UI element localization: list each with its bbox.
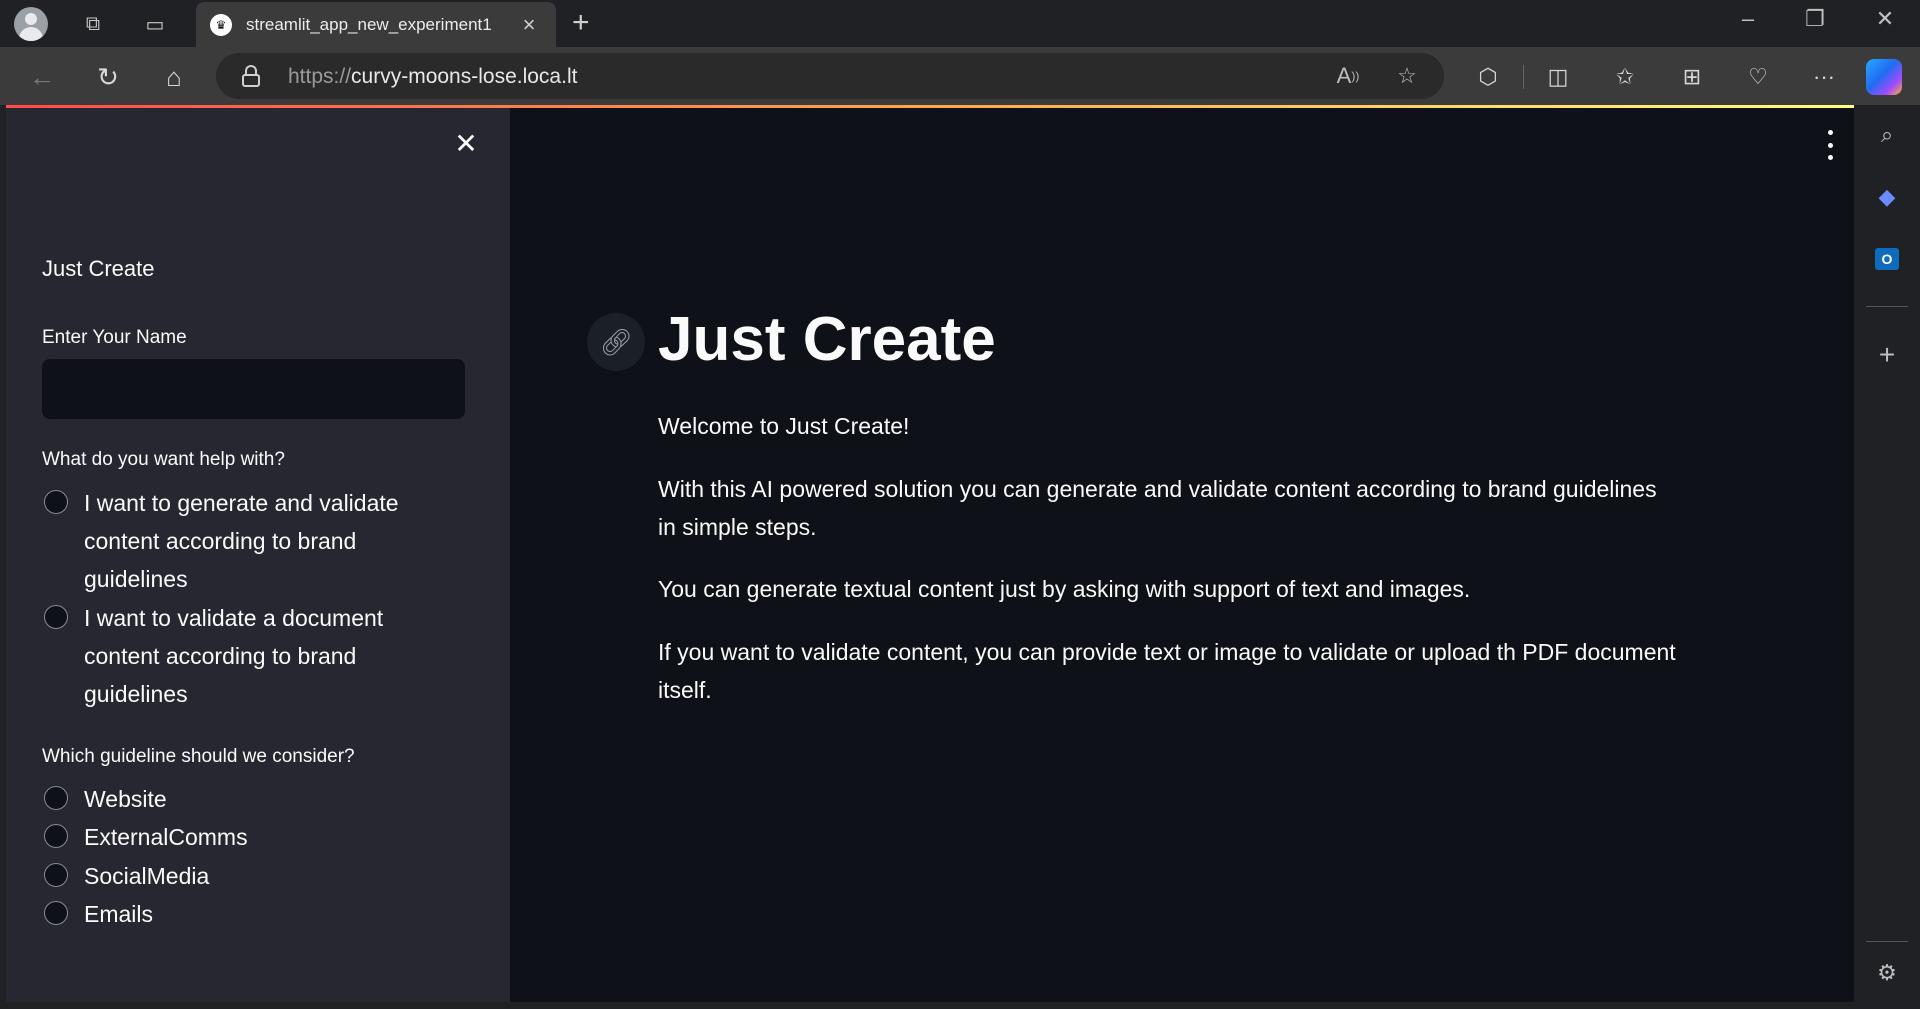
radio-label: ExternalComms bbox=[84, 824, 248, 850]
read-aloud-icon[interactable]: A)) bbox=[1333, 61, 1363, 91]
back-arrow-icon[interactable]: ← bbox=[24, 59, 60, 95]
radio-button[interactable] bbox=[44, 490, 68, 514]
sidebar-title: Just Create bbox=[42, 256, 155, 281]
copilot-icon[interactable] bbox=[1866, 59, 1902, 95]
address-bar[interactable]: https://curvy-moons-lose.loca.lt A)) ☆ bbox=[216, 53, 1444, 99]
url-scheme: https:// bbox=[288, 65, 352, 88]
help-option-validate-document[interactable]: I want to validate a document content ac… bbox=[44, 599, 414, 713]
radio-label: I want to validate a document content ac… bbox=[84, 605, 384, 707]
close-tab-icon[interactable]: × bbox=[516, 12, 542, 38]
page-viewport: ✕ Just Create Enter Your Name What do yo… bbox=[6, 105, 1854, 1002]
browser-essentials-icon[interactable]: ♡ bbox=[1740, 59, 1776, 95]
radio-label: I want to generate and validate content … bbox=[84, 490, 399, 592]
sidebar-divider-bottom bbox=[1866, 941, 1908, 942]
page-title: Just Create bbox=[658, 305, 996, 374]
name-input[interactable] bbox=[42, 359, 465, 419]
name-label: Enter Your Name bbox=[42, 327, 187, 348]
refresh-icon[interactable]: ↻ bbox=[90, 59, 126, 95]
workspaces-icon[interactable]: ⧉ bbox=[76, 7, 110, 41]
favorites-icon[interactable]: ✩ bbox=[1607, 59, 1643, 95]
add-icon[interactable]: + bbox=[1871, 339, 1903, 371]
favorite-star-icon[interactable]: ☆ bbox=[1392, 61, 1422, 91]
new-tab-icon[interactable]: + bbox=[572, 6, 590, 40]
guideline-option-emails[interactable]: Emails bbox=[44, 895, 414, 933]
link-icon[interactable]: 🔗︎ bbox=[587, 313, 645, 371]
app-sidebar: ✕ Just Create Enter Your Name What do yo… bbox=[6, 108, 510, 1002]
radio-button[interactable] bbox=[44, 901, 68, 925]
settings-gear-icon[interactable]: ⚙ bbox=[1871, 957, 1903, 989]
radio-label: Website bbox=[84, 786, 167, 812]
guideline-label: Which guideline should we consider? bbox=[42, 746, 355, 767]
extensions-icon[interactable]: ⬡ bbox=[1470, 59, 1506, 95]
search-icon[interactable]: ⌕ bbox=[1871, 119, 1903, 151]
guideline-option-socialmedia[interactable]: SocialMedia bbox=[44, 857, 414, 895]
outlook-icon[interactable]: O bbox=[1871, 243, 1903, 275]
intro-text: With this AI powered solution you can ge… bbox=[658, 476, 1657, 540]
welcome-text: Welcome to Just Create! bbox=[658, 413, 910, 439]
tab-title: streamlit_app_new_experiment1 bbox=[246, 14, 492, 34]
radio-button[interactable] bbox=[44, 786, 68, 810]
guideline-option-externalcomms[interactable]: ExternalComms bbox=[44, 818, 414, 856]
browser-toolbar: ← ↻ ⌂ https://curvy-moons-lose.loca.lt A… bbox=[0, 47, 1920, 105]
browser-tab-strip: ⧉ ▭ ♛ streamlit_app_new_experiment1 × + … bbox=[0, 0, 1920, 47]
split-screen-icon[interactable]: ◫ bbox=[1540, 59, 1576, 95]
radio-button[interactable] bbox=[44, 824, 68, 848]
url-host: curvy-moons-lose.loca.lt bbox=[351, 65, 578, 88]
url-text[interactable]: https://curvy-moons-lose.loca.lt bbox=[288, 65, 577, 89]
profile-avatar-icon[interactable] bbox=[14, 7, 48, 41]
more-menu-icon[interactable]: ··· bbox=[1806, 59, 1842, 95]
main-menu-icon[interactable] bbox=[1820, 130, 1840, 160]
generate-text: You can generate textual content just by… bbox=[658, 576, 1471, 602]
home-icon[interactable]: ⌂ bbox=[156, 59, 192, 95]
radio-label: Emails bbox=[84, 901, 154, 927]
streamlit-crown-icon: ♛ bbox=[210, 13, 232, 36]
radio-button[interactable] bbox=[44, 863, 68, 887]
radio-button[interactable] bbox=[44, 605, 68, 629]
radio-label: SocialMedia bbox=[84, 863, 210, 889]
edge-sidebar: ⌕ ◆ O + ⚙ bbox=[1854, 105, 1920, 1009]
lock-icon[interactable] bbox=[242, 65, 260, 87]
vertical-tabs-icon[interactable]: ▭ bbox=[138, 7, 172, 41]
sidebar-divider bbox=[1866, 306, 1908, 307]
close-window-icon[interactable]: ✕ bbox=[1860, 6, 1910, 32]
validate-text: If you want to validate content, you can… bbox=[658, 639, 1676, 703]
help-option-generate-validate[interactable]: I want to generate and validate content … bbox=[44, 484, 414, 598]
collections-icon[interactable]: ⊞ bbox=[1674, 59, 1710, 95]
guideline-option-website[interactable]: Website bbox=[44, 780, 414, 818]
close-sidebar-icon[interactable]: ✕ bbox=[450, 128, 482, 160]
copilot-sidebar-icon[interactable]: ◆ bbox=[1871, 181, 1903, 213]
main-content: 🔗︎ Just Create Welcome to Just Create! W… bbox=[510, 108, 1854, 1002]
minimize-icon[interactable]: – bbox=[1723, 6, 1773, 32]
active-tab[interactable]: ♛ streamlit_app_new_experiment1 × bbox=[196, 2, 556, 47]
restore-icon[interactable]: ❐ bbox=[1790, 6, 1840, 32]
help-label: What do you want help with? bbox=[42, 449, 285, 470]
toolbar-divider bbox=[1523, 65, 1524, 89]
